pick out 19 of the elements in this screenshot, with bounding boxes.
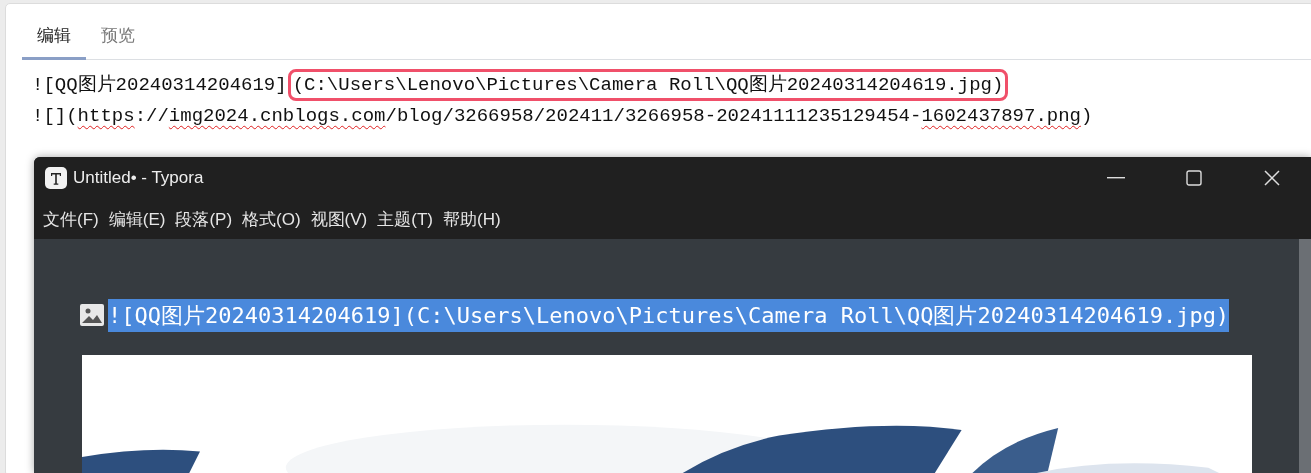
app-logo-icon <box>45 167 67 189</box>
menu-item[interactable]: 帮助(H) <box>442 203 510 235</box>
markdown-line: ![QQ图片20240314204619] (C:\Users\Lenovo\Pictures\Camera Roll\QQ图片20240314204619.jpg) <box>32 70 1311 101</box>
markdown-line: ![](https://img2024.cnblogs.com/blog/3266958/202411/3266958-20241111235129454-1602437897.png) <box>32 104 1094 129</box>
editor-tab[interactable]: 编辑 <box>22 18 86 60</box>
menu-item[interactable]: 编辑(E) <box>107 203 175 235</box>
minimize-icon <box>1107 177 1125 179</box>
scrollbar[interactable] <box>1299 239 1311 473</box>
menu-item[interactable]: 段落(P) <box>174 203 242 235</box>
editor-tab[interactable]: 预览 <box>86 18 150 60</box>
maximize-icon <box>1186 170 1202 186</box>
window-title: Untitled• - Typora <box>73 168 205 188</box>
close-icon <box>1264 170 1280 186</box>
image-icon <box>80 304 104 326</box>
markdown-source-text: ![QQ图片20240314204619](C:\Users\Lenovo\Pictures\Camera Roll\QQ图片20240314204619.jpg) <box>108 299 1230 332</box>
menu-item[interactable]: 格式(O) <box>241 203 310 235</box>
menu-item[interactable]: 主题(T) <box>376 203 442 235</box>
menu-item[interactable]: 视图(V) <box>309 203 377 235</box>
menu-item[interactable]: 文件(F) <box>42 203 108 235</box>
